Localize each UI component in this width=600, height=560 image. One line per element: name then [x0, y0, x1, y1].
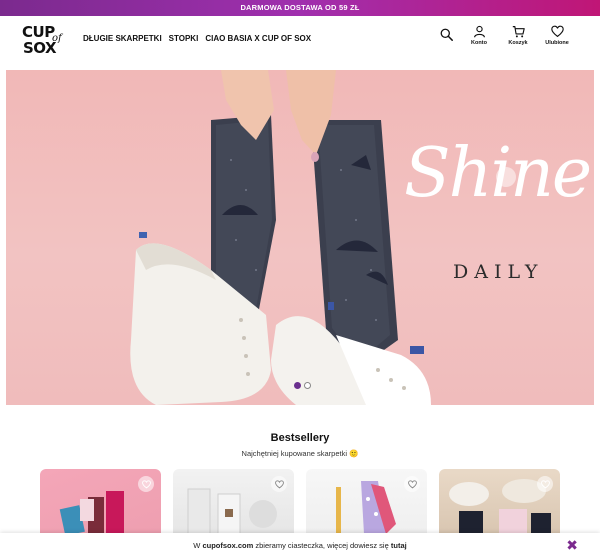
logo[interactable]: CUP of SOX	[22, 23, 64, 61]
promo-bar: DARMOWA DOSTAWA OD 59 ZŁ	[0, 0, 600, 16]
slider-dot-2[interactable]	[304, 382, 311, 389]
search-icon	[440, 28, 453, 41]
product-carousel	[40, 469, 560, 534]
add-to-wishlist-button[interactable]	[138, 476, 154, 492]
add-to-wishlist-button[interactable]	[271, 476, 287, 492]
close-icon[interactable]: ✖	[566, 538, 578, 552]
nav-long-socks[interactable]: DŁUGIE SKARPETKI	[83, 34, 162, 43]
bestsellers-title: Bestsellery	[270, 432, 330, 444]
nav-footies[interactable]: STOPKI	[169, 34, 199, 43]
cookie-message: W cupofsox.com zbieramy ciasteczka, więc…	[0, 541, 600, 550]
account-button[interactable]: Konto	[466, 25, 492, 46]
hero-headline: Shine	[404, 134, 592, 213]
cart-icon	[512, 26, 525, 38]
cookie-middle: zbieramy ciasteczka, więcej dowiesz się	[255, 541, 389, 550]
user-icon	[473, 25, 485, 38]
cart-label: Koszyk	[508, 40, 528, 46]
heart-icon	[141, 479, 151, 488]
header-actions: Konto Koszyk Ulubione	[439, 25, 570, 46]
product-card[interactable]	[439, 469, 560, 534]
add-to-wishlist-button[interactable]	[537, 476, 553, 492]
heart-icon	[550, 25, 564, 37]
hero-banner[interactable]: Shine DAILY	[6, 70, 594, 405]
account-label: Konto	[471, 40, 487, 46]
search-button[interactable]	[439, 28, 453, 41]
hero-subline: DAILY	[453, 261, 544, 283]
product-card[interactable]	[306, 469, 427, 534]
wishlist-button[interactable]: Ulubione	[544, 25, 570, 46]
slider-dots	[294, 382, 311, 389]
cookie-banner: W cupofsox.com zbieramy ciasteczka, więc…	[0, 533, 600, 560]
cookie-link[interactable]: tutaj	[391, 541, 407, 550]
heart-icon	[274, 479, 284, 488]
add-to-wishlist-button[interactable]	[404, 476, 420, 492]
promo-text: DARMOWA DOSTAWA OD 59 ZŁ	[240, 3, 360, 12]
main-nav: DŁUGIE SKARPETKI STOPKI CIAO BASIA X CUP…	[83, 34, 311, 43]
heart-icon	[540, 479, 550, 488]
cookie-site: cupofsox.com	[202, 541, 254, 550]
nav-ciao-basia[interactable]: CIAO BASIA X CUP OF SOX	[205, 34, 311, 43]
bestsellers-subtitle: Najchętniej kupowane skarpetki 🙂	[241, 449, 359, 458]
heart-icon	[407, 479, 417, 488]
product-card[interactable]	[40, 469, 161, 534]
slider-dot-1[interactable]	[294, 382, 301, 389]
hero-illustration	[130, 70, 516, 405]
wishlist-label: Ulubione	[545, 40, 569, 46]
site-header: CUP of SOX DŁUGIE SKARPETKI STOPKI CIAO …	[0, 16, 600, 68]
logo-line1: CUP	[22, 23, 55, 41]
product-card[interactable]	[173, 469, 294, 534]
cookie-prefix: W	[193, 541, 201, 550]
cart-button[interactable]: Koszyk	[505, 25, 531, 46]
logo-line2: SOX	[23, 39, 57, 57]
